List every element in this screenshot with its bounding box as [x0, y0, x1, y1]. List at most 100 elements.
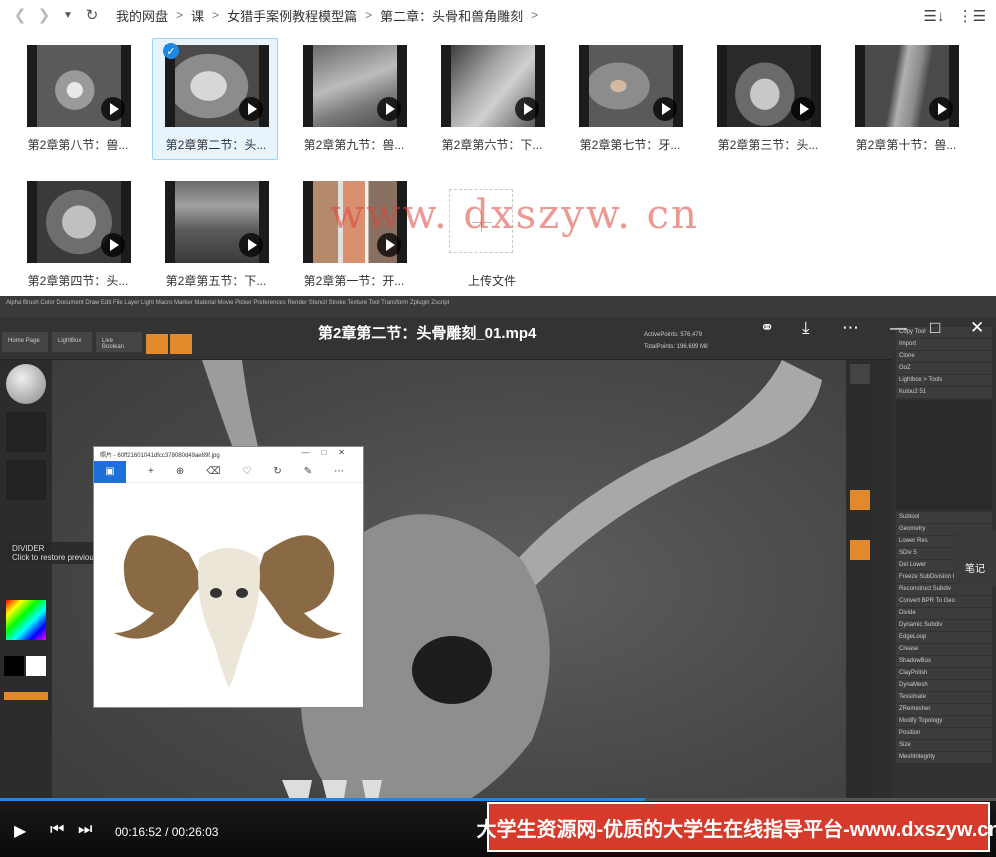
image-icon: ▣: [94, 460, 126, 483]
video-thumbnail: [441, 45, 545, 127]
active-points: ActivePoints: 576,479: [644, 332, 703, 338]
file-tile[interactable]: 第2章第七节：牙...: [566, 38, 692, 160]
video-thumbnail: [165, 45, 269, 127]
notes-button[interactable]: 笔记: [954, 530, 996, 586]
file-tile[interactable]: 第2章第五节：下...: [152, 174, 278, 296]
file-tile-selected[interactable]: ✓ 第2章第二节：头...: [152, 38, 278, 160]
subtool-row: GoZ: [896, 363, 992, 374]
video-thumbnail: [855, 45, 959, 127]
video-thumbnail: [165, 181, 269, 263]
photo-window-controls: —□✕: [301, 448, 357, 457]
breadcrumb-separator: >: [176, 8, 184, 22]
subtool-row: Crease: [896, 644, 992, 655]
play-icon: [377, 97, 401, 121]
file-name: 第2章第九节：兽...: [303, 138, 405, 152]
divider-tooltip: DIVIDER Click to restore previous: [8, 542, 102, 564]
promo-banner: 大学生资源网-优质的大学生在线指导平台-www.dxszyw.cn: [476, 802, 996, 852]
ram-skull-photo: [114, 535, 342, 688]
watermark: www. dxszyw. cn: [330, 192, 699, 238]
breadcrumb-separator: >: [212, 8, 220, 22]
list-view-icon[interactable]: ⋮☰: [958, 4, 986, 28]
edit-icon: ✎: [303, 466, 313, 477]
subtool-row: Size: [896, 740, 992, 751]
zbrush-menu-bar: Alpha Brush Color Document Draw Edit Fil…: [0, 296, 996, 318]
current-time: 00:16:52: [115, 825, 162, 839]
breadcrumb-item-home[interactable]: 我的网盘: [116, 6, 168, 25]
persp-icon: [850, 490, 870, 510]
minimize-icon[interactable]: —: [890, 318, 907, 338]
top-toolbar: ❮ ❯ ▼ ↻ 我的网盘 > 课 > 女猎手案例教程模型篇 > 第二章：头骨和兽…: [0, 0, 996, 30]
file-tile[interactable]: 第2章第六节：下...: [428, 38, 554, 160]
divider-tooltip-title: DIVIDER: [12, 544, 45, 553]
file-tile[interactable]: 第2章第四节：头...: [14, 174, 140, 296]
play-icon[interactable]: ▶: [14, 821, 26, 841]
brush-preview-icon: [6, 364, 46, 404]
zoom-in-icon: ⊕: [175, 466, 185, 477]
breadcrumb-separator: >: [531, 8, 539, 22]
maximize-icon[interactable]: □: [930, 318, 940, 338]
refresh-icon[interactable]: ↻: [80, 3, 104, 27]
upload-label: 上传文件: [467, 274, 516, 288]
share-icon[interactable]: ⚭: [760, 318, 774, 338]
sort-icon[interactable]: ☰↓: [922, 4, 946, 28]
file-name: 第2章第一节：开...: [303, 274, 405, 288]
file-name: 第2章第四节：头...: [27, 274, 129, 288]
play-icon: [929, 97, 953, 121]
file-name: 第2章第八节：兽...: [27, 138, 129, 152]
back-arrow-icon[interactable]: ❮: [8, 3, 32, 27]
more-options-icon[interactable]: ⋯: [842, 318, 859, 338]
download-icon[interactable]: ⤓: [802, 318, 810, 338]
more-icon: ⋯: [334, 466, 345, 477]
file-tile[interactable]: 第2章第十节：兽...: [842, 38, 968, 160]
subtool-row: Clone: [896, 351, 992, 362]
play-icon: [239, 233, 263, 257]
subtool-row: ZRemesher: [896, 704, 992, 715]
video-thumbnail: [27, 181, 131, 263]
subtool-row: ShadowBox: [896, 656, 992, 667]
subtool-row: Divide: [896, 608, 992, 619]
time-separator: /: [165, 825, 172, 839]
total-points: TotalPoints: 196.699 Mil: [644, 344, 708, 350]
video-thumbnail: [303, 45, 407, 127]
alpha-off-icon: [6, 460, 46, 500]
subtool-row: Convert BPR To Geo: [896, 596, 992, 607]
file-tile[interactable]: 第2章第三节：头...: [704, 38, 830, 160]
draw-mode-icon: [146, 334, 168, 354]
heart-icon: ♡: [242, 466, 252, 477]
subtool-row: Dynamic Subdiv: [896, 620, 992, 631]
subtool-row: ClayPolish: [896, 668, 992, 679]
rotate-icon: ↻: [273, 466, 282, 477]
close-icon[interactable]: ✕: [970, 318, 984, 338]
notes-label: 笔记: [965, 564, 985, 575]
forward-arrow-icon[interactable]: ❯: [32, 3, 56, 27]
zbrush-left-panel: [0, 360, 52, 857]
breadcrumb-item[interactable]: 课: [191, 6, 204, 25]
breadcrumb-item-current[interactable]: 第二章：头骨和兽角雕刻: [380, 6, 523, 25]
video-title: 第2章第二节：头骨雕刻_01.mp4: [318, 325, 537, 342]
breadcrumb-item[interactable]: 女猎手案例教程模型篇: [227, 6, 357, 25]
divider-tooltip-text: Click to restore previous: [12, 553, 98, 562]
delete-icon: ⌫: [206, 466, 221, 477]
video-thumbnail: [717, 45, 821, 127]
subtool-row: Subtool: [896, 512, 992, 523]
file-tile[interactable]: 第2章第九节：兽...: [290, 38, 416, 160]
subtool-row: MeshIntegrity: [896, 752, 992, 763]
checkmark-icon[interactable]: ✓: [163, 43, 179, 59]
file-tile[interactable]: 第2章第八节：兽...: [14, 38, 140, 160]
zbrush-lightbox-button: LightBox: [52, 332, 92, 352]
file-name: 第2章第三节：头...: [717, 138, 819, 152]
total-time: 00:26:03: [171, 825, 219, 839]
add-icon: +: [148, 466, 154, 477]
file-name: 第2章第六节：下...: [441, 138, 543, 152]
play-icon: [101, 97, 125, 121]
subtool-row: Position: [896, 728, 992, 739]
file-name: 第2章第二节：头...: [165, 138, 267, 152]
history-dropdown-icon[interactable]: ▼: [56, 3, 80, 27]
swatch-black: [4, 656, 24, 676]
subtool-row: Tessimate: [896, 692, 992, 703]
time-display: 00:16:52 / 00:26:03: [115, 825, 218, 839]
next-icon[interactable]: ⏭: [78, 821, 92, 839]
photo-toolbar: ▣ + ⊕ ⌫ ♡ ↻ ✎ ⋯: [94, 460, 363, 483]
video-player[interactable]: Alpha Brush Color Document Draw Edit Fil…: [0, 296, 996, 857]
previous-icon[interactable]: ⏮: [50, 821, 64, 839]
